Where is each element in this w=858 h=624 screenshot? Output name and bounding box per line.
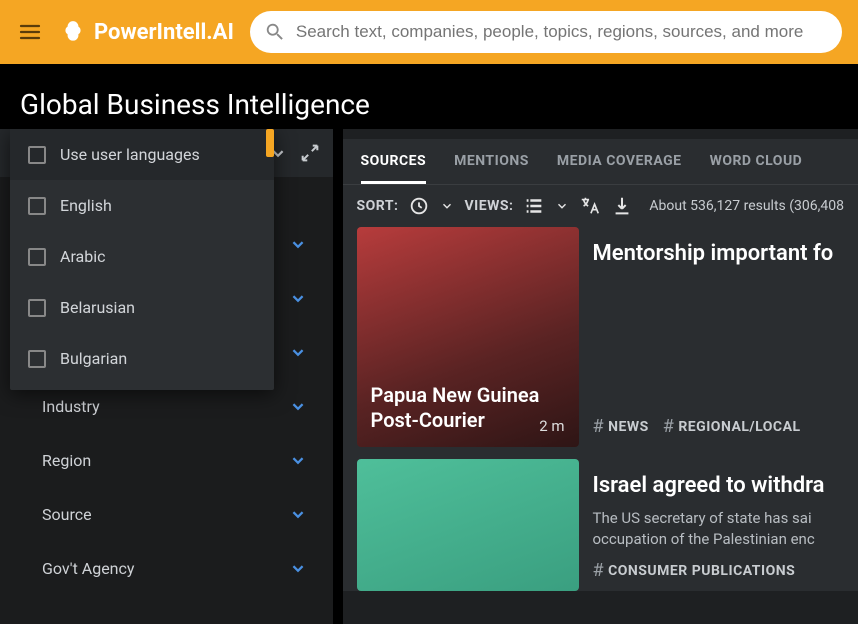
- checkbox-icon[interactable]: [28, 197, 46, 215]
- results-toolbar: SORT: VIEWS: About 536,127 results (306,…: [343, 185, 858, 227]
- dropdown-item-english[interactable]: English: [10, 180, 274, 231]
- dropdown-item-label: English: [60, 196, 112, 215]
- checkbox-icon[interactable]: [28, 248, 46, 266]
- results-count: About 536,127 results (306,408: [649, 198, 844, 214]
- main-area: Industry Region Source Gov't Agency Use …: [0, 129, 858, 624]
- filter-label: Industry: [42, 397, 100, 416]
- tab-media-coverage[interactable]: MEDIA COVERAGE: [557, 153, 682, 184]
- result-description: The US secretary of state has sai occupa…: [593, 508, 858, 550]
- chevron-down-icon[interactable]: [440, 195, 454, 217]
- dropdown-item-bulgarian[interactable]: Bulgarian: [10, 333, 274, 384]
- chevron-down-icon[interactable]: [555, 195, 569, 217]
- result-title: Israel agreed to withdra: [593, 473, 858, 498]
- result-thumbnail: Papua New Guinea Post-Courier 2 m: [357, 227, 579, 447]
- views-label: VIEWS:: [464, 198, 513, 214]
- filter-govt-agency[interactable]: Gov't Agency: [0, 541, 333, 595]
- result-title: Mentorship important fo: [593, 241, 858, 266]
- tab-mentions[interactable]: MENTIONS: [454, 153, 529, 184]
- filter-label: Source: [42, 505, 92, 524]
- brand-icon: [60, 19, 86, 45]
- dropdown-item-arabic[interactable]: Arabic: [10, 231, 274, 282]
- chevron-down-icon: [287, 341, 309, 363]
- dropdown-item-label: Bulgarian: [60, 349, 127, 368]
- result-body: Mentorship important fo #NEWS #REGIONAL/…: [579, 227, 858, 447]
- tag-regional-local[interactable]: #REGIONAL/LOCAL: [663, 416, 801, 437]
- separator-strip: [0, 64, 858, 76]
- filter-region[interactable]: Region: [0, 433, 333, 487]
- result-source: Papua New Guinea Post-Courier: [371, 383, 565, 433]
- checkbox-icon[interactable]: [28, 146, 46, 164]
- results-list: Papua New Guinea Post-Courier 2 m Mentor…: [343, 227, 858, 591]
- tag-consumer-publications[interactable]: #CONSUMER PUBLICATIONS: [593, 560, 796, 581]
- tag-row: #NEWS #REGIONAL/LOCAL: [593, 416, 858, 437]
- brand: PowerIntell.AI: [60, 19, 234, 45]
- dropdown-item-user-languages[interactable]: Use user languages: [10, 129, 274, 180]
- list-view-icon[interactable]: [523, 195, 545, 217]
- checkbox-icon[interactable]: [28, 350, 46, 368]
- dropdown-item-label: Belarusian: [60, 298, 135, 317]
- sort-label: SORT:: [357, 198, 399, 214]
- filters-sidebar: Industry Region Source Gov't Agency Use …: [0, 129, 333, 624]
- page-title: Global Business Intelligence: [0, 76, 858, 129]
- language-dropdown: Use user languages English Arabic Belaru…: [10, 129, 274, 390]
- chevron-down-icon: [287, 395, 309, 417]
- search-input[interactable]: [296, 22, 828, 42]
- result-body: Israel agreed to withdra The US secretar…: [579, 459, 858, 591]
- hamburger-icon: [18, 20, 42, 44]
- result-time: 2 m: [539, 417, 564, 435]
- scrollbar-thumb[interactable]: [266, 129, 274, 157]
- download-icon[interactable]: [611, 195, 633, 217]
- translate-icon[interactable]: [579, 195, 601, 217]
- filter-label: Region: [42, 451, 91, 470]
- clock-icon[interactable]: [408, 195, 430, 217]
- hash-icon: #: [593, 416, 605, 437]
- tab-sources[interactable]: SOURCES: [361, 153, 427, 184]
- hash-icon: #: [593, 560, 605, 581]
- chevron-down-icon: [287, 233, 309, 255]
- tag-row: #CONSUMER PUBLICATIONS: [593, 560, 858, 581]
- search-field[interactable]: [250, 11, 842, 53]
- chevron-down-icon: [287, 503, 309, 525]
- result-thumbnail: [357, 459, 579, 591]
- result-card[interactable]: Israel agreed to withdra The US secretar…: [357, 459, 858, 591]
- dropdown-item-belarusian[interactable]: Belarusian: [10, 282, 274, 333]
- chevron-down-icon: [287, 557, 309, 579]
- result-card[interactable]: Papua New Guinea Post-Courier 2 m Mentor…: [357, 227, 858, 447]
- results-tabs: SOURCES MENTIONS MEDIA COVERAGE WORD CLO…: [343, 139, 858, 185]
- results-panel: SOURCES MENTIONS MEDIA COVERAGE WORD CLO…: [343, 129, 858, 624]
- checkbox-icon[interactable]: [28, 299, 46, 317]
- chevron-down-icon: [287, 287, 309, 309]
- dropdown-item-label: Arabic: [60, 247, 106, 266]
- chevron-down-icon: [287, 449, 309, 471]
- search-icon: [264, 21, 286, 43]
- expand-icon[interactable]: [299, 142, 321, 164]
- tab-word-cloud[interactable]: WORD CLOUD: [710, 153, 803, 184]
- top-bar: PowerIntell.AI: [0, 0, 858, 64]
- hamburger-menu-button[interactable]: [16, 18, 44, 46]
- hash-icon: #: [663, 416, 675, 437]
- tag-news[interactable]: #NEWS: [593, 416, 649, 437]
- filter-source[interactable]: Source: [0, 487, 333, 541]
- filter-label: Gov't Agency: [42, 559, 134, 578]
- brand-name: PowerIntell.AI: [94, 20, 234, 45]
- dropdown-item-label: Use user languages: [60, 145, 200, 164]
